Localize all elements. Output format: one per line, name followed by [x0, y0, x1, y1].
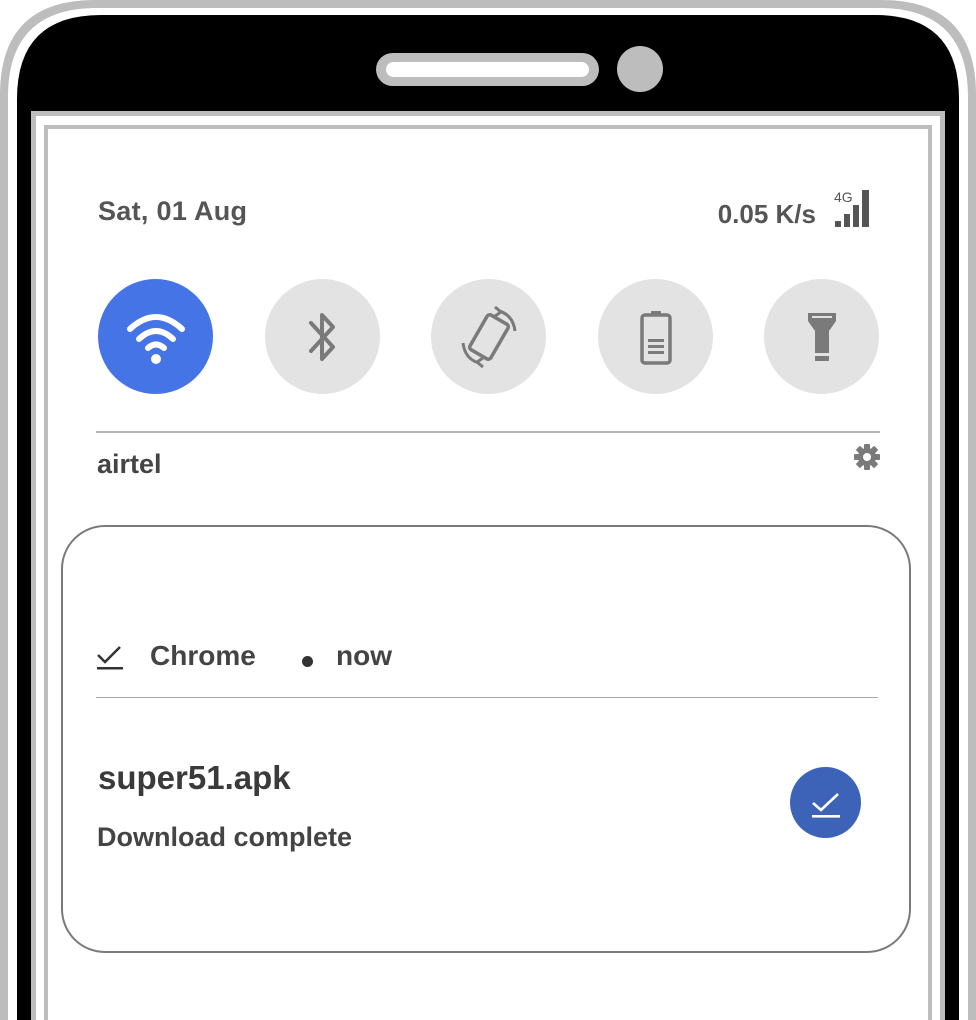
battery-icon	[639, 310, 672, 365]
quick-settings-row	[98, 279, 880, 395]
download-check-icon	[97, 646, 123, 670]
bluetooth-toggle[interactable]	[265, 279, 380, 394]
notification-title: super51.apk	[98, 759, 291, 796]
signal-bars-icon: 4G	[834, 189, 869, 227]
status-date: Sat, 01 Aug	[98, 196, 248, 226]
divider	[96, 431, 880, 433]
gear-icon[interactable]	[853, 443, 881, 471]
bluetooth-icon	[308, 312, 335, 361]
open-download-button[interactable]	[790, 767, 861, 838]
wifi-toggle[interactable]	[98, 279, 213, 394]
flashlight-toggle[interactable]	[764, 279, 879, 394]
notification-time: now	[336, 640, 392, 671]
rotate-icon	[461, 305, 516, 368]
flashlight-icon	[807, 312, 836, 361]
notification-body: Download complete	[97, 822, 353, 852]
auto-rotate-toggle[interactable]	[431, 279, 546, 394]
network-type-label: 4G	[834, 189, 853, 205]
card-divider	[96, 697, 878, 698]
wifi-icon	[126, 313, 185, 364]
separator-dot	[302, 656, 313, 667]
carrier-label: airtel	[97, 449, 162, 479]
network-speed: 0.05 K/s	[717, 199, 816, 229]
battery-saver-toggle[interactable]	[598, 279, 713, 394]
notification-app-name: Chrome	[150, 640, 256, 671]
download-notification-card[interactable]	[61, 525, 911, 953]
download-check-icon	[811, 792, 840, 818]
